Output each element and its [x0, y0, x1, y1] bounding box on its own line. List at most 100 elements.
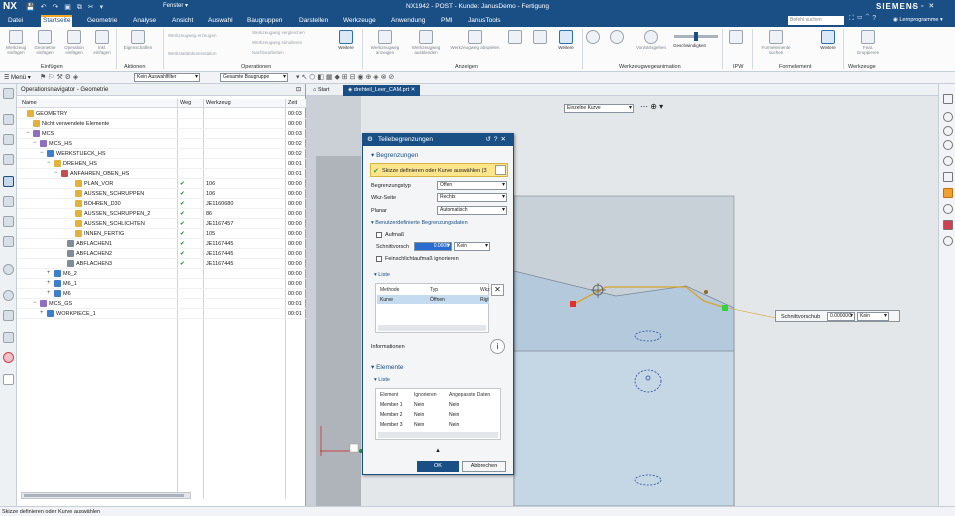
- pin-icon[interactable]: ⊡: [296, 86, 301, 93]
- table-row[interactable]: + WORKPIECE_1 00:01: [17, 309, 306, 319]
- palette-icon[interactable]: [3, 374, 14, 385]
- table-row[interactable]: − WERKSTUECK_HS 00:02: [17, 149, 306, 159]
- table-row[interactable]: − MCS_HS 00:02: [17, 139, 306, 149]
- expand-toggle-icon[interactable]: −: [40, 150, 44, 156]
- elements-scrollbar[interactable]: [378, 432, 498, 438]
- werkzeugweg-ausblenden-button[interactable]: Werkzeugweg ausblenden: [407, 30, 445, 55]
- werkzeugweg-anzeigen-button[interactable]: Werkzeugweg anzeigen: [366, 30, 404, 55]
- tab-ansicht[interactable]: Ansicht: [170, 15, 195, 27]
- arrows-icon[interactable]: [530, 30, 550, 45]
- feat-gruppieren-button[interactable]: Feat. Gruppieren: [855, 30, 881, 55]
- info-icon[interactable]: i: [490, 339, 505, 354]
- gear-icon[interactable]: ⚙: [367, 135, 373, 143]
- selection-prompt[interactable]: ✔ Skizze definieren oder Kurve auswählen…: [370, 163, 508, 177]
- expand-toggle-icon[interactable]: −: [33, 300, 37, 306]
- abbrechen-button[interactable]: Abbrechen: [462, 461, 506, 472]
- roles-icon[interactable]: [3, 352, 14, 363]
- expand-toggle-icon[interactable]: −: [26, 130, 30, 136]
- floatbox-value-input[interactable]: 0.00000C: [827, 312, 855, 321]
- help-icon[interactable]: [943, 156, 953, 166]
- curve-rule-dropdown[interactable]: Einzelne Kurve: [564, 104, 634, 113]
- tab-datei[interactable]: Datei: [6, 15, 25, 27]
- begrenzungstyp-dropdown[interactable]: Offen: [437, 181, 507, 190]
- table-row[interactable]: PLAN_VOR ✔ 106 00:00: [17, 179, 306, 189]
- tab-start[interactable]: ⌂ Start: [308, 85, 334, 96]
- table-row[interactable]: − MCS_GS 00:01: [17, 299, 306, 309]
- filter-icon[interactable]: [505, 30, 525, 45]
- column-zeit[interactable]: Zeit: [288, 100, 297, 106]
- history-icon[interactable]: [3, 290, 14, 301]
- web-browser-icon[interactable]: [3, 264, 14, 275]
- schnittvorschub-input[interactable]: 0.0000: [414, 242, 452, 251]
- window-layout-icons[interactable]: ⛶▭⌃?: [849, 15, 879, 23]
- section-elemente[interactable]: ▾ Elemente: [371, 363, 404, 371]
- eigenschaften-button[interactable]: Eigenschaften: [118, 30, 158, 50]
- table-row[interactable]: INNEN_FERTIG ✔ 105 00:00: [17, 229, 306, 239]
- table-row[interactable]: GEOMETRY 00:03: [17, 109, 306, 119]
- weitere-anzeigen-button[interactable]: Weitere: [553, 30, 579, 50]
- table-row[interactable]: Member 1 Nein Nein: [377, 400, 501, 409]
- boundary-list-table[interactable]: Methode Typ Wkz Kurve Öffnen Rigl: [375, 283, 490, 333]
- expand-toggle-icon[interactable]: −: [54, 170, 58, 176]
- werkstattdokumentation-button[interactable]: Werkstattdokumentation: [168, 51, 216, 57]
- nachbearbeiten-button[interactable]: Nachbearbeiten: [252, 50, 284, 56]
- menu-button[interactable]: ☰ Menü ▾: [4, 74, 31, 81]
- table-row[interactable]: AUSSEN_SCHRUPPEN_2 ✔ 86 00:00: [17, 209, 306, 219]
- palette-icon[interactable]: [943, 220, 953, 230]
- aufmass-checkbox[interactable]: [376, 232, 382, 238]
- table-row[interactable]: Member 2 Nein Nein: [377, 410, 501, 419]
- selection-icons[interactable]: ⚑ ⚐ ⚒ ⚙ ◈: [40, 73, 78, 81]
- feinschlicht-checkbox[interactable]: [376, 256, 382, 262]
- werkzeugweg-simulieren-button[interactable]: Werkzeugweg simulieren: [252, 40, 302, 46]
- snap-icons[interactable]: ▾ ↖ ⬡ ◧ ▦ ◆ ⊞ ⊟ ◉ ⊕ ◈ ⊗ ⊘: [296, 73, 394, 81]
- table-row[interactable]: AUSSEN_SCHRUPPEN ✔ 106 00:00: [17, 189, 306, 199]
- expand-toggle-icon[interactable]: +: [47, 270, 51, 276]
- tab-anwendung[interactable]: Anwendung: [389, 15, 427, 27]
- tab-werkzeuge[interactable]: Werkzeuge: [341, 15, 378, 27]
- end-point-marker[interactable]: [722, 305, 728, 311]
- table-row[interactable]: ABFLACHEN3 ✔ JE1167445 00:00: [17, 259, 306, 269]
- assembly-scope-dropdown[interactable]: Gesamte Baugruppe: [220, 73, 288, 82]
- table-row[interactable]: + M6 00:00: [17, 289, 306, 299]
- section-benutzerdefiniert[interactable]: ▾ Benutzerdefinierte Begrenzungsdaten: [371, 220, 468, 226]
- rewind-icon[interactable]: [584, 30, 602, 45]
- werkzeug-einfuegen-button[interactable]: Werkzeug einfügen: [5, 30, 27, 55]
- formelemente-suchen-button[interactable]: Formelemente suchen: [756, 30, 796, 55]
- highlight-icon[interactable]: [943, 188, 953, 198]
- view-triad-icon[interactable]: [943, 236, 953, 246]
- process-studio-icon[interactable]: [3, 332, 14, 343]
- floatbox-unit-dropdown[interactable]: Kein: [857, 312, 889, 321]
- table-row[interactable]: − ANFAHREN_OBEN_HS 00:01: [17, 169, 306, 179]
- eye-icon[interactable]: [943, 112, 953, 122]
- tab-startseite[interactable]: Startseite: [41, 15, 73, 27]
- table-row[interactable]: Nicht verwendete Elemente 00:00: [17, 119, 306, 129]
- play-icon[interactable]: [943, 204, 953, 214]
- ipw-icon[interactable]: [726, 30, 746, 45]
- start-point-marker[interactable]: [570, 301, 576, 307]
- command-search-input[interactable]: Befehl suchen: [788, 16, 844, 25]
- table-row[interactable]: Kurve Öffnen Rigl: [377, 295, 489, 304]
- planar-dropdown[interactable]: Automatisch: [437, 206, 507, 215]
- lernprogramme-link[interactable]: ◉ Lernprogramme ▾: [893, 17, 943, 23]
- section-liste[interactable]: ▾ Liste: [374, 272, 390, 278]
- expand-toggle-icon[interactable]: −: [33, 140, 37, 146]
- weitere-operationen-button[interactable]: Weitere: [333, 30, 359, 50]
- table-row[interactable]: Member 3 Nein Nein: [377, 420, 501, 429]
- werkzeugweg-erzeugen-button[interactable]: Werkzeugweg erzeugen: [168, 33, 216, 39]
- operation-einfuegen-button[interactable]: Operation einfügen: [63, 30, 85, 55]
- assembly-navigator-icon[interactable]: [3, 134, 14, 145]
- horizontal-scrollbar[interactable]: [21, 492, 191, 499]
- table-row[interactable]: + M6_1 00:00: [17, 279, 306, 289]
- eye-invert-icon[interactable]: [943, 140, 953, 150]
- table-row[interactable]: ABFLACHEN1 ✔ JE1167445 00:00: [17, 239, 306, 249]
- remove-icon[interactable]: ✕: [491, 284, 504, 296]
- machine-tool-navigator-icon[interactable]: [3, 196, 14, 207]
- werkzeugweg-abspielen-button[interactable]: Werkzeugweg abspielen: [447, 30, 503, 50]
- inkl-einfuegen-button[interactable]: Inkl. einfügen: [93, 30, 111, 55]
- dialog-controls[interactable]: ↺?✕: [485, 135, 509, 143]
- pencil-icon[interactable]: [943, 94, 953, 104]
- table-row[interactable]: − DREHEN_HS 00:01: [17, 159, 306, 169]
- step-back-icon[interactable]: [608, 30, 626, 45]
- expand-toggle-icon[interactable]: +: [47, 290, 51, 296]
- table-row[interactable]: BOHREN_D30 ✔ JE1160680 00:00: [17, 199, 306, 209]
